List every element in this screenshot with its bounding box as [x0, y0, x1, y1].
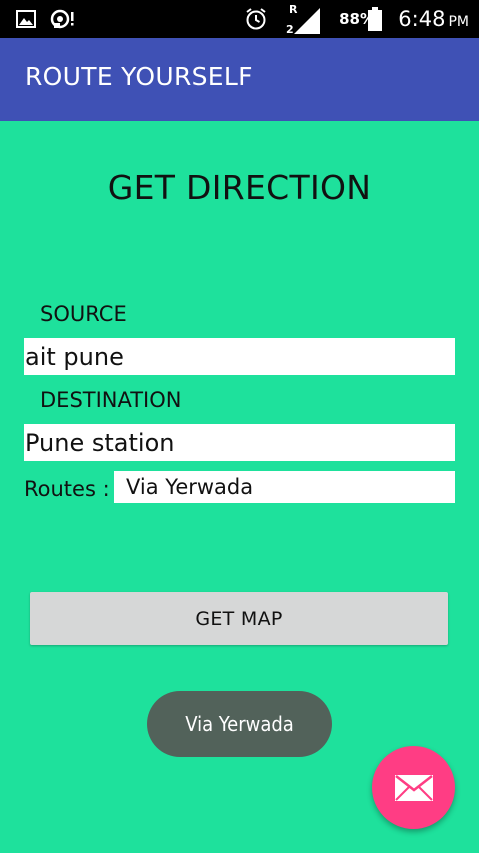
routes-label: Routes :: [24, 477, 110, 501]
clock-ampm: PM: [448, 13, 469, 30]
svg-text:2: 2: [286, 23, 294, 36]
clock: 6:48 PM: [398, 0, 469, 38]
app-title: ROUTE YOURSELF: [25, 62, 253, 91]
battery-icon: [368, 0, 382, 38]
image-icon: [16, 0, 36, 38]
signal-icon: R 2: [285, 0, 323, 38]
status-bar: R 2 88% 6:48 PM: [0, 0, 479, 38]
mail-icon: [394, 774, 434, 802]
alarm-icon: [244, 0, 268, 38]
mail-fab-button[interactable]: [372, 746, 455, 829]
source-input[interactable]: ait pune: [24, 338, 455, 375]
toast-message: Via Yerwada: [147, 691, 332, 757]
app-bar: ROUTE YOURSELF: [0, 38, 479, 121]
media-icon: [50, 0, 76, 38]
network-indicator: R: [289, 3, 298, 16]
destination-input[interactable]: Pune station: [24, 424, 455, 461]
get-map-button[interactable]: GET MAP: [30, 592, 448, 645]
routes-dropdown[interactable]: Via Yerwada: [114, 471, 455, 503]
clock-time: 6:48: [398, 7, 446, 31]
page-title: GET DIRECTION: [107, 168, 372, 207]
source-label: SOURCE: [40, 302, 127, 326]
destination-label: DESTINATION: [40, 388, 182, 412]
